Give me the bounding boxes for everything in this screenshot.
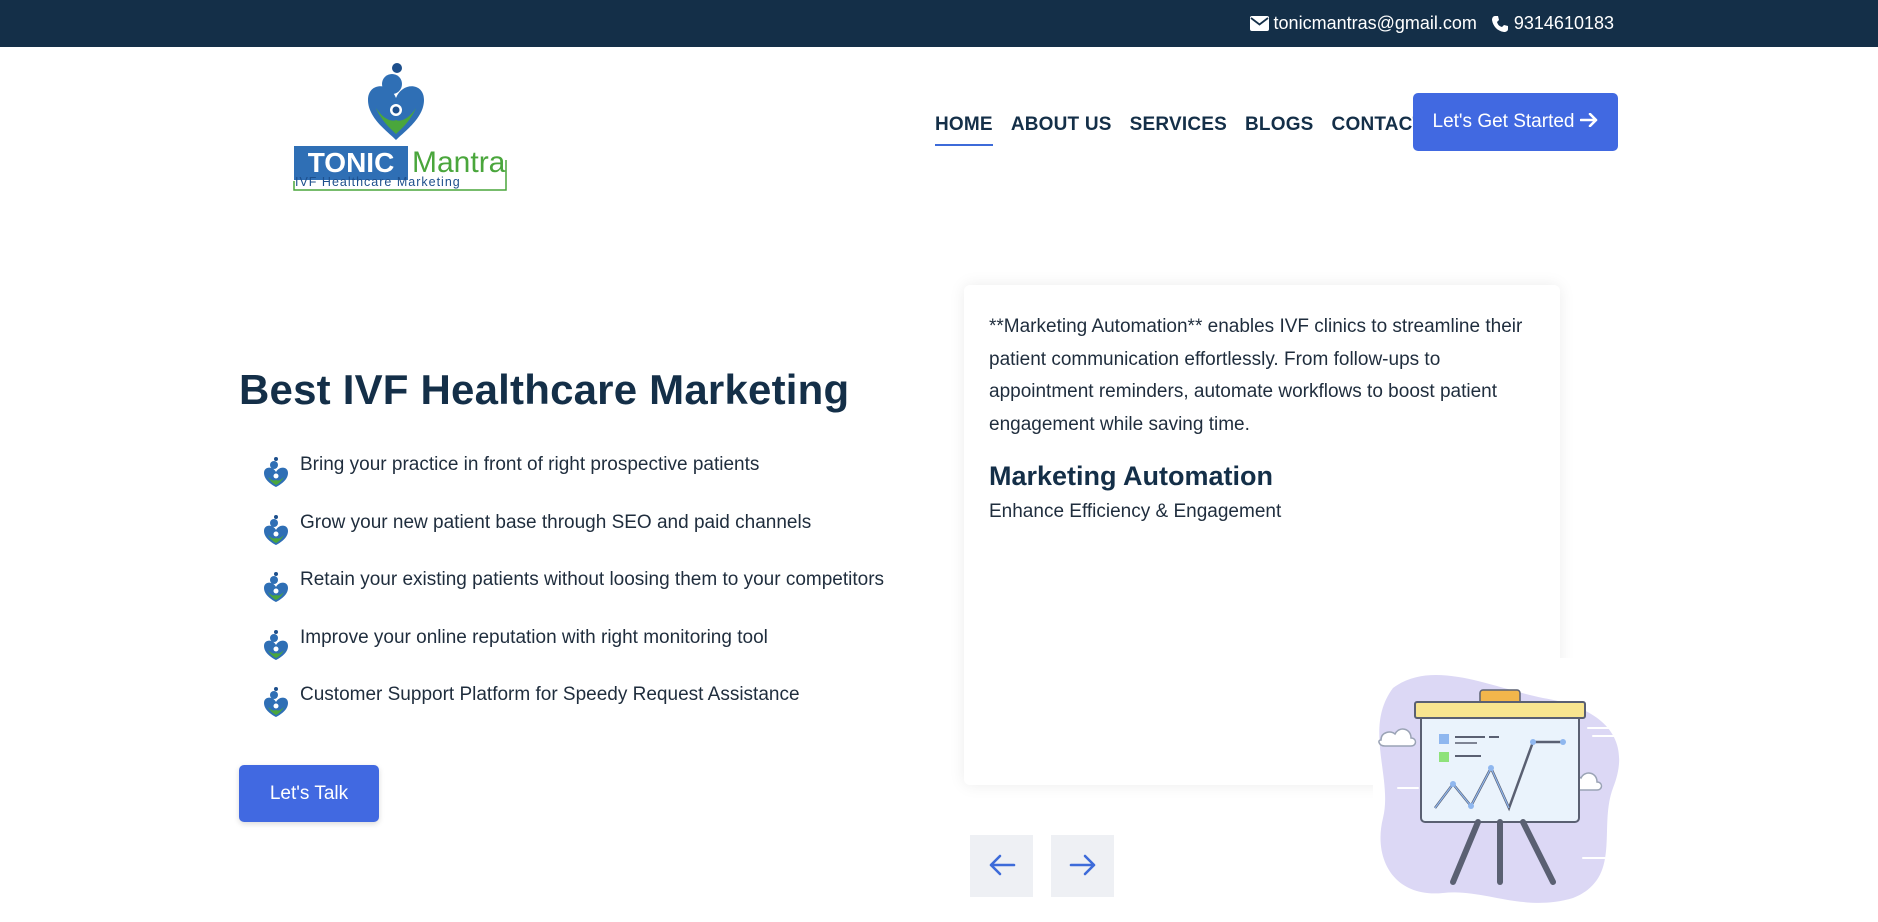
nav-home[interactable]: HOME <box>935 114 993 146</box>
phone-icon <box>1491 15 1509 33</box>
arrow-left-icon <box>988 853 1016 880</box>
email-text: tonicmantras@gmail.com <box>1273 13 1477 33</box>
list-item: Grow your new patient base through SEO a… <box>262 512 884 570</box>
contact-info: tonicmantras@gmail.com 9314610183 <box>1249 13 1614 34</box>
heart-bullet-icon <box>262 514 290 546</box>
get-started-button[interactable]: Let's Get Started <box>1413 93 1618 151</box>
logo-tonic: TONIC <box>308 147 395 178</box>
phone-text: 9314610183 <box>1513 13 1614 33</box>
heart-bullet-icon <box>262 456 290 488</box>
top-contact-bar: tonicmantras@gmail.com 9314610183 <box>0 0 1878 47</box>
feature-text: Bring your practice in front of right pr… <box>300 454 760 475</box>
list-item: Customer Support Platform for Speedy Req… <box>262 684 884 742</box>
lets-talk-button[interactable]: Let's Talk <box>239 765 379 822</box>
email-link[interactable]: tonicmantras@gmail.com <box>1249 13 1477 34</box>
list-item: Retain your existing patients without lo… <box>262 569 884 627</box>
list-item: Bring your practice in front of right pr… <box>262 454 884 512</box>
heart-bullet-icon <box>262 571 290 603</box>
feature-text: Retain your existing patients without lo… <box>300 569 885 590</box>
envelope-icon <box>1249 16 1269 31</box>
nav-about-us[interactable]: ABOUT US <box>1011 114 1112 146</box>
heart-bullet-icon <box>262 686 290 718</box>
presentation-board-icon <box>1373 658 1625 910</box>
feature-text: Customer Support Platform for Speedy Req… <box>300 684 800 705</box>
phone-link[interactable]: 9314610183 <box>1491 13 1614 34</box>
list-item: Improve your online reputation with righ… <box>262 627 884 685</box>
feature-text: Improve your online reputation with righ… <box>300 626 768 648</box>
carousel-prev-button[interactable] <box>970 835 1033 897</box>
carousel-next-button[interactable] <box>1051 835 1114 897</box>
heart-bullet-icon <box>262 629 290 661</box>
feature-text: Grow your new patient base through SEO a… <box>300 511 812 533</box>
main-nav: HOME ABOUT US SERVICES BLOGS CONTACT US <box>935 114 1457 146</box>
arrow-right-icon <box>1069 853 1097 880</box>
brand-logo[interactable]: TONIC Mantra IVF Healthcare Marketing <box>292 60 508 192</box>
slide-description: **Marketing Automation** enables IVF cli… <box>989 316 1523 435</box>
arrow-right-icon <box>1580 111 1598 133</box>
logo-tagline: IVF Healthcare Marketing <box>295 175 461 189</box>
feature-list: Bring your practice in front of right pr… <box>262 454 884 742</box>
nav-services[interactable]: SERVICES <box>1130 114 1227 146</box>
hero-title: Best IVF Healthcare Marketing <box>239 366 850 413</box>
nav-blogs[interactable]: BLOGS <box>1245 114 1314 146</box>
get-started-label: Let's Get Started <box>1432 111 1575 132</box>
slide-subheading: Enhance Efficiency & Engagement <box>989 501 1282 522</box>
slide-heading: Marketing Automation <box>989 461 1274 491</box>
